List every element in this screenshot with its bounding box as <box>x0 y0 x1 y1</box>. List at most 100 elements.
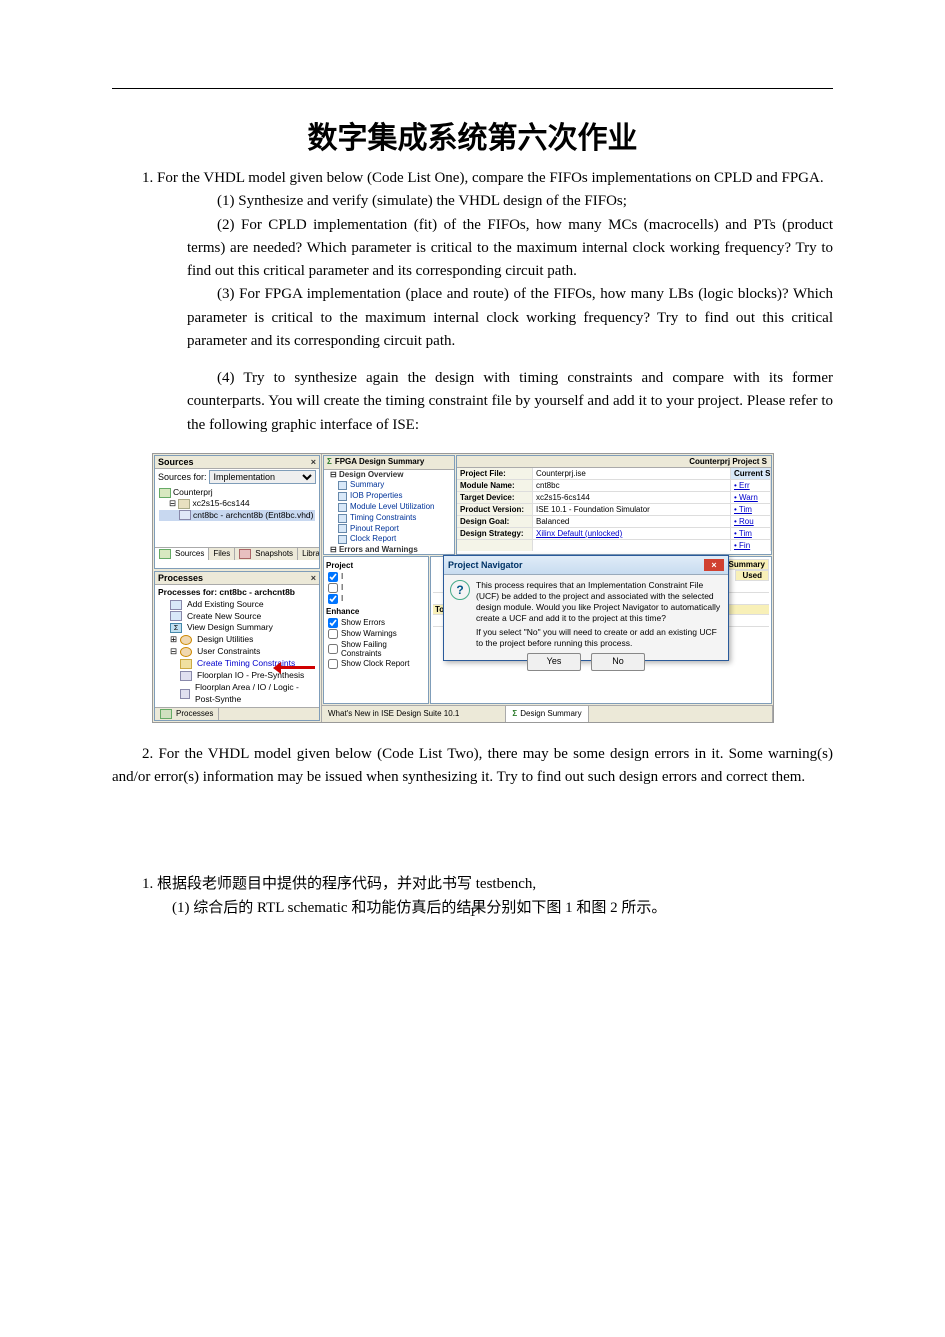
sum-r-3[interactable]: • Rou <box>731 516 771 528</box>
chk-show-clock[interactable] <box>328 659 338 669</box>
doc-icon <box>338 492 347 501</box>
page-title: 数字集成系统第六次作业 <box>112 113 833 157</box>
sum-v-3: ISE 10.1 - Foundation Simulator <box>533 504 731 516</box>
sum-r-5[interactable]: • Fin <box>731 540 771 551</box>
sum-v-0: Counterprj.ise <box>533 468 731 480</box>
doc-icon <box>338 503 347 512</box>
sum-k-4: Design Goal: <box>457 516 533 528</box>
whats-new-tab[interactable]: What's New in ISE Design Suite 10.1 <box>322 706 506 722</box>
used-tab-label: Used <box>735 570 769 581</box>
proc-add-existing[interactable]: Add Existing Source <box>158 599 316 611</box>
sources-panel-header: Sources × <box>155 456 319 469</box>
gear-icon <box>180 635 192 645</box>
timing-icon <box>180 659 192 669</box>
chk-2[interactable] <box>328 583 338 593</box>
sum-k-0: Project File: <box>457 468 533 480</box>
arrow-icon <box>273 662 317 674</box>
ov-clock[interactable]: Clock Report <box>324 534 454 545</box>
project-options: Project I I I Enhance Show Errors Show W… <box>323 556 429 704</box>
doc-icon <box>338 535 347 544</box>
chk-1[interactable] <box>328 572 338 582</box>
doc-icon <box>338 481 347 490</box>
page-number: 1 <box>0 904 945 920</box>
chk-3[interactable] <box>328 594 338 604</box>
question-1-3: (3) For FPGA implementation (place and r… <box>187 283 833 353</box>
process-icon <box>160 709 172 719</box>
proc-synthesize[interactable]: ⊞ Synthesize - XST <box>158 706 316 707</box>
sources-for-label: Sources for: <box>158 472 207 482</box>
tree-device[interactable]: xc2s15-6cs144 <box>192 498 249 508</box>
overview-section: Design Overview <box>339 470 403 479</box>
tab-files[interactable]: Files <box>209 548 235 560</box>
proc-user-constraints[interactable]: ⊟ User Constraints <box>158 646 316 658</box>
design-summary-tab[interactable]: ΣDesign Summary <box>506 706 588 722</box>
question-1-2: (2) For CPLD implementation (fit) of the… <box>187 214 833 284</box>
yes-button[interactable]: Yes <box>527 653 581 671</box>
chk-show-failing[interactable] <box>328 644 338 654</box>
proc-create-new[interactable]: Create New Source <box>158 611 316 623</box>
sources-tabs: Sources Files Snapshots Libraries <box>155 547 319 560</box>
tab-sources[interactable]: Sources <box>155 548 209 560</box>
processes-panel-header: Processes × <box>155 572 319 585</box>
question-icon: ? <box>450 580 470 600</box>
sum-v-1: cnt8bc <box>533 480 731 492</box>
ov-summary[interactable]: Summary <box>324 480 454 491</box>
chk-show-warnings[interactable] <box>328 629 338 639</box>
proc-design-utilities[interactable]: ⊞ Design Utilities <box>158 634 316 646</box>
tab-processes[interactable]: Processes <box>155 708 219 720</box>
question-2: 2. For the VHDL model given below (Code … <box>112 743 833 790</box>
ov-iob[interactable]: IOB Properties <box>324 491 454 502</box>
doc-icon <box>338 514 347 523</box>
tab-libraries[interactable]: Libraries <box>298 548 320 560</box>
sources-tree[interactable]: Counterprj ⊟ xc2s15-6cs144 cnt8bc - arch… <box>155 485 319 547</box>
file-icon <box>170 600 182 610</box>
dialog-body-1: This process requires that an Implementa… <box>476 580 722 624</box>
sum-r-header: Current S <box>731 468 771 480</box>
sum-k-3: Product Version: <box>457 504 533 516</box>
no-button[interactable]: No <box>591 653 645 671</box>
overview-errors: Errors and Warnings <box>339 545 418 554</box>
close-icon[interactable]: × <box>311 457 316 467</box>
sources-tab-icon <box>159 549 171 559</box>
summary-tab-label: Summary <box>725 559 769 570</box>
opts-enhanced: Enhance <box>326 607 426 616</box>
design-overview-panel: ΣFPGA Design Summary ⊟ Design Overview S… <box>323 455 455 555</box>
tab-snapshots[interactable]: Snapshots <box>235 548 298 560</box>
tree-file[interactable]: cnt8bc - archcnt8b (Ent8bc.vhd) <box>193 510 313 520</box>
sum-k-5: Design Strategy: <box>457 528 533 540</box>
doc-icon <box>338 524 347 533</box>
ucf-dialog: Project Navigator × ? This process requi… <box>443 555 729 661</box>
answer-1: 1. 根据段老师题目中提供的程序代码，并对此书写 testbench, <box>142 873 833 896</box>
tree-project[interactable]: Counterprj <box>173 487 213 497</box>
project-icon <box>159 488 171 498</box>
close-icon[interactable]: × <box>311 573 316 583</box>
gear-icon <box>180 647 192 657</box>
sum-r-0[interactable]: • Err <box>731 480 771 492</box>
sum-r-1[interactable]: • Warn <box>731 492 771 504</box>
ov-timing[interactable]: Timing Constraints <box>324 513 454 524</box>
chk-show-errors[interactable] <box>328 618 338 628</box>
sources-for-select[interactable]: Implementation <box>209 470 316 484</box>
dialog-title: Project Navigator <box>448 560 523 570</box>
sum-v-5[interactable]: Xilinx Default (unlocked) <box>533 528 731 540</box>
sum-v-4: Balanced <box>533 516 731 528</box>
sum-r-4[interactable]: • Tim <box>731 528 771 540</box>
ov-module[interactable]: Module Level Utilization <box>324 502 454 513</box>
file-icon <box>170 611 182 621</box>
proc-floorplan-post[interactable]: Floorplan Area / IO / Logic - Post-Synth… <box>158 682 316 706</box>
snapshot-icon <box>239 549 251 559</box>
overview-title: ΣFPGA Design Summary <box>324 456 454 470</box>
question-1-4: (4) Try to synthesize again the design w… <box>187 367 833 437</box>
sum-r-2[interactable]: • Tim <box>731 504 771 516</box>
floorplan-icon <box>180 689 190 699</box>
close-icon[interactable]: × <box>704 559 724 571</box>
floorplan-icon <box>180 671 192 681</box>
proc-view-summary[interactable]: ΣView Design Summary <box>158 622 316 634</box>
sum-v-2: xc2s15-6cs144 <box>533 492 731 504</box>
processes-title: Processes <box>158 573 203 583</box>
sum-k-2: Target Device: <box>457 492 533 504</box>
ov-pinout[interactable]: Pinout Report <box>324 524 454 535</box>
ise-screenshot: Sources × Sources for: Implementation Co… <box>152 453 774 723</box>
chip-icon <box>178 499 190 509</box>
processes-for: Processes for: cnt8bc - archcnt8b <box>158 587 316 599</box>
